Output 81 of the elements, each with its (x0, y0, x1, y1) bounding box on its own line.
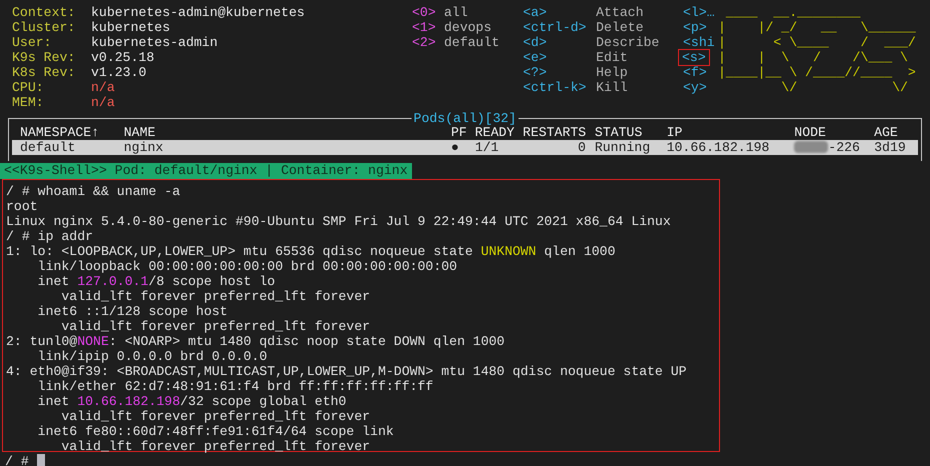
shortcut-key: <p> (683, 20, 707, 35)
shell-prompt: / # (5, 454, 29, 466)
info-value: kubernetes-admin@kubernetes (91, 5, 305, 20)
column-header: PF (450, 125, 468, 140)
shortcut-action: Delete (596, 20, 644, 35)
shortcut-key: <shi (683, 35, 715, 50)
info-label: MEM: (12, 95, 45, 110)
column-header: IP (666, 125, 684, 140)
shortcut-key: <d> (523, 35, 596, 50)
terminal-line: valid_lft forever preferred_lft forever (60, 439, 370, 454)
namespace-name[interactable]: all (444, 5, 468, 20)
shell-banner: <<K9s-Shell>> Pod: default/nginx | Container: nginx (0, 163, 412, 179)
shortcut-key: <ctrl-d> (523, 20, 596, 35)
table-row[interactable]: default nginx ● 1/1 0 Running 10.66.182.198 -226 3d19 (12, 140, 918, 155)
info-value: kubernetes (91, 20, 170, 35)
ascii-logo: ____ __.________ | |/ _/ __ \______ | < \____ / ___/ | | \ / /\___ \ |____|__ \ /____//____ > \/ \/ (718, 5, 917, 97)
table-cell: ● (451, 140, 459, 155)
info-label: Context: (12, 5, 76, 20)
column-header: STATUS (594, 125, 644, 140)
shortcut-action: Kill (596, 80, 628, 95)
blurred-patch (794, 141, 828, 153)
namespace-name[interactable]: devops (444, 20, 492, 35)
shortcut-key: <ctrl-k> (523, 80, 596, 95)
info-label: CPU: (12, 80, 45, 95)
shortcut-action: Help (596, 65, 628, 80)
terminal-line: / # whoami && uname -a (6, 184, 180, 199)
terminal-line: 4: eth0@if39: <BROADCAST,MULTICAST,UP,LOWER_UP,M-DOWN> mtu 1480 qdisc noqueue state UP (6, 364, 687, 379)
table-cell: -226 (828, 140, 860, 155)
terminal-line: link/loopback 00:00:00:00:00:00 brd 00:00:00:00:00:00 (36, 259, 458, 274)
terminal-line: root (6, 199, 38, 214)
column-header: NAMESPACE↑ (20, 125, 100, 140)
column-header: NAME (124, 125, 156, 140)
terminal-line: 2: tunl0@NONE: <NOARP> mtu 1480 qdisc noop state DOWN qlen 1000 (6, 334, 505, 349)
namespace-key: <2> (412, 35, 444, 50)
table-cell: 3d19 (874, 140, 906, 155)
terminal-line: valid_lft forever preferred_lft forever (60, 409, 370, 424)
info-value: n/a (91, 80, 115, 95)
info-value: v1.23.0 (91, 65, 146, 80)
panel-title: Pods(all)[32] (412, 111, 518, 126)
info-label: Cluster: (12, 20, 76, 35)
info-label: K9s Rev: (12, 50, 76, 65)
shortcut-key: <s> (679, 50, 709, 65)
terminal-line: valid_lft forever preferred_lft forever (60, 289, 370, 304)
terminal-line: link/ipip 0.0.0.0 brd 0.0.0.0 (36, 349, 268, 364)
text-cursor (36, 454, 45, 466)
shortcut-key: <f> (683, 65, 707, 80)
terminal-line: valid_lft forever preferred_lft forever (60, 319, 370, 334)
shortcut-key: <a> (523, 5, 596, 20)
shortcut-key: <e> (523, 50, 596, 65)
shortcut-action: Attach (596, 5, 644, 20)
shortcut-key: <y> (683, 80, 707, 95)
column-header: READY (474, 125, 516, 140)
table-cell: 1/1 (474, 140, 499, 155)
terminal-line: 1: lo: <LOOPBACK,UP,LOWER_UP> mtu 65536 qdisc noqueue state UNKNOWN qlen 1000 (6, 244, 616, 259)
info-value: kubernetes-admin (91, 35, 218, 50)
info-label: K8s Rev: (12, 65, 76, 80)
terminal-line: Linux nginx 5.4.0-80-generic #90-Ubuntu SMP Fri Jul 9 22:49:44 UTC 2021 x86_64 Linux (6, 214, 671, 229)
column-header: AGE (874, 125, 899, 140)
shortcut-action: Describe (596, 35, 660, 50)
table-cell: 10.66.182.198 (666, 140, 770, 155)
namespace-key: <1> (412, 20, 444, 35)
column-header: RESTARTS (522, 125, 588, 140)
info-value: v0.25.18 (91, 50, 154, 65)
terminal-line: inet6 ::1/128 scope host (36, 304, 228, 319)
table-cell: 0 (578, 140, 586, 155)
info-label: User: (12, 35, 53, 50)
column-header: NODE (794, 125, 827, 140)
terminal-line: link/ether 62:d7:48:91:61:f4 brd ff:ff:ff:ff:ff:ff (36, 379, 434, 394)
namespace-name[interactable]: default (444, 35, 500, 50)
terminal-line: inet6 fe80::60d7:48ff:fe91:61f4/64 scope link (36, 424, 394, 439)
terminal-line: inet 10.66.182.198/32 scope global eth0 (36, 394, 346, 409)
table-cell: Running (594, 140, 650, 155)
shortcut-action: Edit (596, 50, 628, 65)
shortcut-key: <l>… (683, 5, 715, 20)
terminal-line: inet 127.0.0.1/8 scope host lo (36, 274, 276, 289)
table-cell: default (20, 140, 76, 155)
terminal-line: / # ip addr (6, 229, 94, 244)
shortcut-key: <?> (523, 65, 596, 80)
info-value: n/a (91, 95, 115, 110)
namespace-key: <0> (412, 5, 444, 20)
table-cell: nginx (124, 140, 164, 155)
